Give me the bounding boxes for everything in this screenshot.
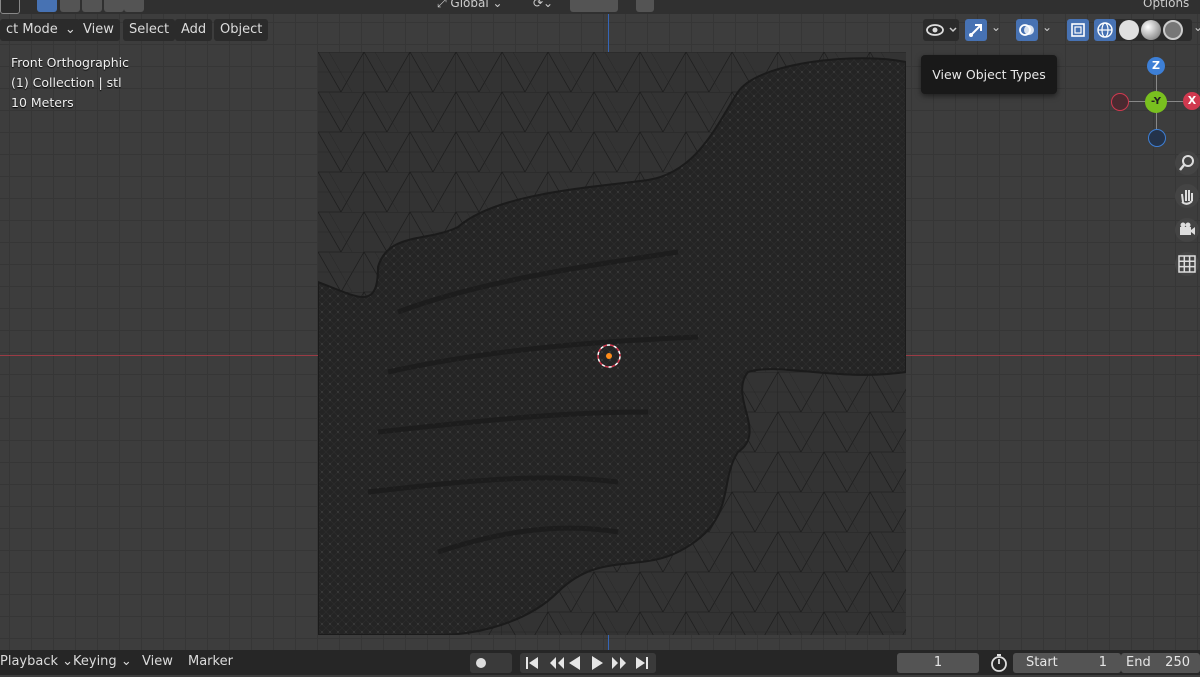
mode-label: ct Mode <box>6 22 58 37</box>
select-tool-icon[interactable] <box>0 0 20 14</box>
camera-icon[interactable] <box>1175 218 1199 242</box>
select-mode-invert-icon[interactable] <box>104 0 124 12</box>
end-value: 250 <box>1165 655 1190 670</box>
timeline-header: Playback ⌄ Keying ⌄ View Marker 1 Start … <box>0 650 1200 675</box>
xray-toggle[interactable] <box>1067 19 1089 41</box>
playback-menu[interactable]: Playback ⌄ <box>0 654 73 669</box>
chevron-down-icon: ⌄ <box>120 654 132 669</box>
wireframe-sphere-icon <box>1097 22 1113 38</box>
overlays-dropdown-icon[interactable]: ⌄ <box>1042 20 1052 34</box>
auto-keying-toggle[interactable] <box>470 653 512 673</box>
marker-menu[interactable]: Marker <box>188 654 233 669</box>
playback-controls <box>520 653 656 673</box>
stopwatch-icon[interactable] <box>989 653 1009 677</box>
record-icon <box>476 658 486 668</box>
mode-selector[interactable]: ct Mode ⌄ <box>0 19 80 41</box>
xray-icon <box>1071 23 1085 37</box>
scale-info: 10 Meters <box>11 95 74 110</box>
shading-mode-group <box>1094 19 1192 41</box>
material-preview-button[interactable] <box>1141 20 1161 40</box>
overlays-icon <box>1019 24 1034 36</box>
select-mode-subtract-icon[interactable] <box>82 0 102 12</box>
menu-add[interactable]: Add <box>175 19 213 41</box>
view-object-types-button[interactable] <box>923 19 959 41</box>
start-label: Start <box>1026 655 1058 670</box>
gizmo-neg-z-axis[interactable] <box>1148 129 1166 147</box>
play-reverse-icon <box>569 656 580 670</box>
gizmo-icon <box>969 24 982 37</box>
shading-dropdown-icon[interactable]: ⌄ <box>1193 20 1200 34</box>
keying-label: Keying <box>73 654 117 669</box>
menu-select[interactable]: Select <box>123 19 176 41</box>
playback-label: Playback <box>0 654 59 669</box>
zoom-icon[interactable] <box>1175 151 1199 175</box>
rendered-shading-button[interactable] <box>1163 20 1183 40</box>
object-origin <box>597 344 621 368</box>
solid-shading-button[interactable] <box>1119 20 1139 40</box>
gizmo-neg-y-axis[interactable]: -Y <box>1145 91 1167 113</box>
jump-start-icon <box>526 657 538 669</box>
menu-object[interactable]: Object <box>214 19 269 41</box>
jump-next-keyframe-icon <box>612 657 626 669</box>
view-name: Front Orthographic <box>11 55 129 70</box>
eye-icon <box>926 24 957 36</box>
overlays-toggle[interactable] <box>1016 19 1038 41</box>
3d-viewport[interactable]: Front Orthographic (1) Collection | stl … <box>0 0 1200 650</box>
snapping-toggle[interactable] <box>570 0 618 12</box>
pivot-point-icon[interactable]: ⟳⌄ <box>533 0 553 10</box>
gizmo-toggle[interactable] <box>965 19 987 41</box>
menu-view[interactable]: View <box>77 19 120 41</box>
gizmo-x-axis[interactable]: X <box>1183 92 1200 110</box>
select-mode-extend-icon[interactable] <box>60 0 80 12</box>
chevron-down-icon: ⌄ <box>62 654 74 669</box>
chevron-down-icon: ⌄ <box>64 22 76 37</box>
pan-hand-icon[interactable] <box>1175 184 1199 208</box>
gizmo-z-axis[interactable]: Z <box>1147 57 1165 75</box>
start-value: 1 <box>1098 655 1107 670</box>
gizmo-dropdown-icon[interactable]: ⌄ <box>991 20 1001 34</box>
current-frame-field[interactable]: 1 <box>897 653 979 673</box>
orientation-label: Global <box>450 0 489 10</box>
select-mode-intersect-icon[interactable] <box>124 0 144 12</box>
transform-orientation[interactable]: ⤢ Global ⌄ <box>437 0 503 11</box>
tool-header: ⤢ Global ⌄ ⟳⌄ Options <box>0 0 1200 14</box>
end-frame-field[interactable]: End 250 <box>1121 653 1200 673</box>
grid-icon[interactable] <box>1175 252 1199 276</box>
gizmo-neg-x-axis[interactable] <box>1111 93 1129 111</box>
jump-end-icon <box>636 657 648 669</box>
end-label: End <box>1126 655 1151 670</box>
view-menu[interactable]: View <box>142 654 173 669</box>
wireframe-shading-button[interactable] <box>1094 19 1116 41</box>
options-menu[interactable]: Options <box>1143 0 1189 10</box>
tooltip: View Object Types <box>921 55 1057 94</box>
jump-prev-keyframe-icon <box>550 657 564 669</box>
keying-menu[interactable]: Keying ⌄ <box>73 654 132 669</box>
start-frame-field[interactable]: Start 1 <box>1013 653 1121 673</box>
collection-info: (1) Collection | stl <box>11 75 122 90</box>
play-icon <box>592 656 603 670</box>
select-mode-new-icon[interactable] <box>37 0 57 12</box>
orientation-icon: ⤢ <box>437 0 451 10</box>
proportional-editing-toggle[interactable] <box>636 0 654 12</box>
